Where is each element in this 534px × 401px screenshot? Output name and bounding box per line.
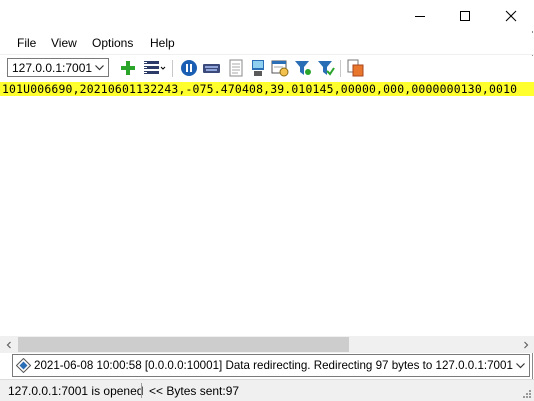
copy-icon [347,59,364,77]
add-button[interactable] [119,59,137,77]
data-line-text: 101U006690,20210601132243,-075.470408,39… [2,82,518,96]
title-bar [0,0,534,31]
schedule-icon [271,60,289,77]
pause-icon [181,60,197,76]
status-bar: 127.0.0.1:7001 is opened << Bytes sent:9… [0,379,534,401]
app-window: File View Options Help 127.0.0.1:7001 10… [0,0,534,401]
filter-apply-button[interactable] [317,59,335,77]
address-combo[interactable]: 127.0.0.1:7001 [7,58,109,77]
scroll-left-button[interactable] [0,336,17,353]
computer-icon [252,60,264,76]
minimize-icon [414,15,425,17]
filter-button[interactable] [294,59,312,77]
scroll-thumb[interactable] [18,337,349,352]
document-button[interactable] [227,59,245,77]
serial-port-button[interactable] [202,59,221,77]
horizontal-scrollbar[interactable] [0,336,534,353]
toolbar: 127.0.0.1:7001 [0,56,534,82]
bytes-sent-status: << Bytes sent:97 [149,384,240,398]
menu-view[interactable]: View [51,36,77,50]
chevron-left-icon [6,341,11,348]
columns-button[interactable] [143,59,167,77]
columns-icon [144,61,166,74]
redirect-icon [16,358,31,373]
menu-help[interactable]: Help [150,36,175,50]
computer-button[interactable] [249,59,267,77]
schedule-button[interactable] [271,59,289,77]
document-icon [229,59,243,77]
data-view[interactable] [0,96,534,336]
serial-port-icon [203,64,220,73]
toolbar-separator [172,60,173,77]
menu-options[interactable]: Options [92,36,133,50]
maximize-icon [459,10,470,21]
chevron-down-icon [95,65,104,71]
maximize-button[interactable] [442,0,487,31]
chevron-right-icon [523,341,528,348]
menu-file[interactable]: File [17,36,36,50]
toolbar-separator [340,60,341,77]
filter-icon [295,61,311,75]
resize-grip-icon[interactable] [522,389,532,399]
data-line[interactable]: 101U006690,20210601132243,-075.470408,39… [0,82,534,96]
close-button[interactable] [488,0,533,31]
filter-apply-icon [318,61,335,76]
copy-button[interactable] [347,59,365,77]
log-message: 2021-06-08 10:00:58 [0.0.0.0:10001] Data… [34,359,513,372]
menu-bar: File View Options Help [0,33,534,55]
status-divider [141,383,142,398]
close-icon [505,10,516,21]
minimize-button[interactable] [397,0,442,31]
chevron-down-icon [516,363,525,369]
connection-status: 127.0.0.1:7001 is opened [8,384,144,398]
log-combo[interactable]: 2021-06-08 10:00:58 [0.0.0.0:10001] Data… [12,354,530,377]
address-value: 127.0.0.1:7001 [12,61,93,75]
pause-button[interactable] [180,59,198,77]
scroll-right-button[interactable] [517,336,534,353]
add-icon [121,61,135,75]
